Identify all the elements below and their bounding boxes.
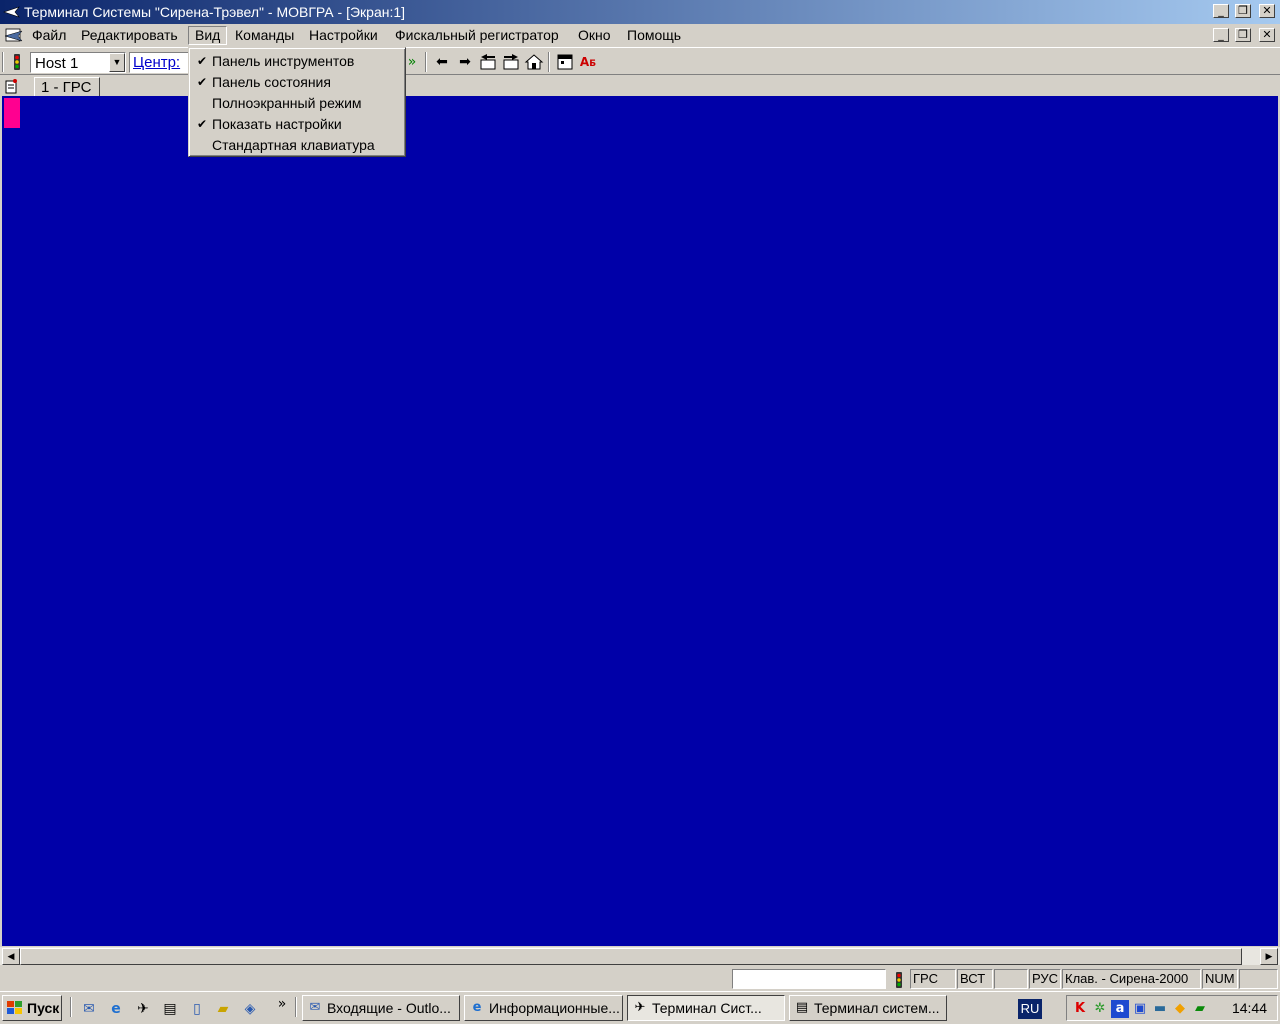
archive-quicklaunch-icon[interactable]: ▤ — [160, 999, 180, 1019]
task-terminal-doc-label: Терминал систем... — [814, 1000, 940, 1016]
terminal-cursor — [4, 98, 20, 128]
horizontal-scrollbar[interactable]: ◀ ▶ — [0, 946, 1280, 965]
menu-fiscal-registrar[interactable]: Фискальный регистратор — [389, 26, 565, 45]
calendar-icon[interactable] — [555, 52, 575, 72]
agent-icon[interactable]: a — [1111, 1000, 1129, 1018]
list-left-icon[interactable] — [478, 52, 498, 72]
task-ie-label: Информационные... — [489, 1000, 620, 1016]
system-tray: K ✲ a ▣ ▬ ◆ ▰ 14:44 — [1066, 995, 1278, 1021]
toolbar-separator — [548, 52, 550, 72]
menu-help[interactable]: Помощь — [621, 26, 687, 45]
printer-icon[interactable]: ▬ — [1151, 1000, 1169, 1018]
taskbar-separator — [70, 997, 72, 1017]
close-button[interactable]: ✕ — [1259, 4, 1275, 18]
airplane-quicklaunch-icon[interactable]: ✈ — [133, 999, 153, 1019]
scroll-thumb[interactable] — [20, 948, 1242, 965]
status-bar: ГРС ВСТ РУС Клав. - Сирена-2000 NUM — [0, 967, 1280, 991]
task-ie[interactable]: e Информационные... — [464, 995, 623, 1021]
airplane-icon: ✈ — [634, 1000, 646, 1015]
task-terminal-doc[interactable]: ▤ Терминал систем... — [789, 995, 947, 1021]
document-icon: ▤ — [795, 1000, 809, 1015]
ie-quicklaunch-icon[interactable]: e — [106, 999, 126, 1019]
outlook-icon: ✉ — [309, 1000, 321, 1015]
kaspersky-icon[interactable]: K — [1071, 1000, 1089, 1018]
mdi-close-button[interactable]: ✕ — [1259, 28, 1275, 42]
network-icon[interactable]: ✲ — [1091, 1000, 1109, 1018]
traffic-light-icon[interactable] — [7, 52, 27, 72]
host-select-value: Host 1 — [35, 55, 79, 72]
ie-icon: e — [472, 1000, 482, 1015]
explorer-quicklaunch-icon[interactable]: ◈ — [240, 999, 260, 1019]
status-empty — [994, 969, 1028, 989]
taskbar: Пуск ✉ e ✈ ▤ ▯ ▰ ◈ » ✉ Входящие - Outlo.… — [0, 991, 1280, 1024]
status-system: ГРС — [910, 969, 956, 989]
terminal-doc-icon[interactable] — [3, 26, 25, 44]
restore-button[interactable]: ❐ — [1235, 4, 1251, 18]
menu-window[interactable]: Окно — [572, 26, 617, 45]
title-bar: Терминал Системы "Сирена-Трэвел" - МОВГР… — [0, 0, 1280, 24]
status-input — [732, 969, 886, 989]
window-title: Терминал Системы "Сирена-Трэвел" - МОВГР… — [24, 4, 406, 20]
view-menu-fullscreen[interactable]: Полноэкранный режим — [192, 93, 404, 114]
document-quicklaunch-icon[interactable]: ▯ — [187, 999, 207, 1019]
scroll-left-button[interactable]: ◀ — [2, 948, 20, 965]
terminal-screen[interactable] — [0, 96, 1280, 946]
checkmark-icon: ✔ — [197, 75, 208, 89]
mdi-restore-button[interactable]: ❐ — [1235, 28, 1251, 42]
view-menu-toolbar[interactable]: ✔ Панель инструментов — [192, 51, 404, 72]
menu-settings[interactable]: Настройки — [303, 26, 384, 45]
tab-grs[interactable]: 1 - ГРС — [34, 77, 100, 97]
battery-icon[interactable]: ▰ — [1191, 1000, 1209, 1018]
toolbar-grip — [2, 52, 4, 72]
monitor-icon[interactable]: ▣ — [1131, 1000, 1149, 1018]
status-num: NUM — [1202, 969, 1238, 989]
scroll-right-button[interactable]: ▶ — [1260, 948, 1278, 965]
view-menu-show-settings[interactable]: ✔ Показать настройки — [192, 114, 404, 135]
home-icon[interactable] — [524, 52, 544, 72]
quicklaunch-chevron-icon[interactable]: » — [272, 994, 292, 1014]
status-keyboard: Клав. - Сирена-2000 — [1062, 969, 1201, 989]
status-mode: ВСТ — [957, 969, 993, 989]
start-label: Пуск — [27, 1000, 60, 1016]
traffic-light-icon — [896, 972, 902, 988]
view-menu-statusbar[interactable]: ✔ Панель состояния — [192, 72, 404, 93]
airplane-icon — [3, 6, 20, 18]
toolbar-separator — [425, 52, 427, 72]
clock: 14:44 — [1231, 1000, 1267, 1016]
outlook-quicklaunch-icon[interactable]: ✉ — [79, 999, 99, 1019]
list-right-icon[interactable] — [501, 52, 521, 72]
task-terminal-label: Терминал Сист... — [652, 1000, 762, 1016]
menu-commands[interactable]: Команды — [229, 26, 300, 45]
task-terminal-active[interactable]: ✈ Терминал Сист... — [627, 995, 785, 1021]
shield-icon[interactable]: ◆ — [1171, 1000, 1189, 1018]
mdi-minimize-button[interactable]: _ — [1213, 28, 1229, 42]
arrow-right-icon[interactable]: ➡ — [455, 52, 475, 72]
new-screen-icon[interactable] — [3, 78, 19, 94]
language-indicator[interactable]: RU — [1018, 999, 1042, 1019]
windows-logo-icon — [7, 1001, 22, 1014]
center-field-value: Центр: — [133, 54, 181, 71]
view-menu-dropdown: ✔ Панель инструментов ✔ Панель состояния… — [188, 47, 406, 157]
start-button[interactable]: Пуск — [2, 995, 62, 1021]
task-outlook-label: Входящие - Outlo... — [327, 1000, 451, 1016]
host-select[interactable]: Host 1 ▼ — [30, 52, 126, 73]
taskbar-separator — [295, 997, 297, 1017]
menu-bar: Файл Редактировать Вид Команды Настройки… — [0, 24, 1280, 46]
view-menu-standard-keyboard[interactable]: Стандартная клавиатура — [192, 135, 404, 156]
spellcheck-icon[interactable]: AБ — [578, 52, 598, 72]
task-outlook[interactable]: ✉ Входящие - Outlo... — [302, 995, 460, 1021]
checkmark-icon: ✔ — [197, 117, 208, 131]
chevron-down-icon[interactable]: ▼ — [109, 53, 125, 72]
minimize-button[interactable]: _ — [1213, 4, 1229, 18]
status-lang: РУС — [1029, 969, 1061, 989]
menu-view[interactable]: Вид — [188, 26, 228, 45]
checkmark-icon: ✔ — [197, 54, 208, 68]
folder-quicklaunch-icon[interactable]: ▰ — [213, 999, 233, 1019]
menu-edit[interactable]: Редактировать — [75, 26, 184, 45]
menu-file[interactable]: Файл — [26, 26, 72, 45]
status-empty-2 — [1239, 969, 1278, 989]
arrow-left-icon[interactable]: ⬅ — [432, 52, 452, 72]
